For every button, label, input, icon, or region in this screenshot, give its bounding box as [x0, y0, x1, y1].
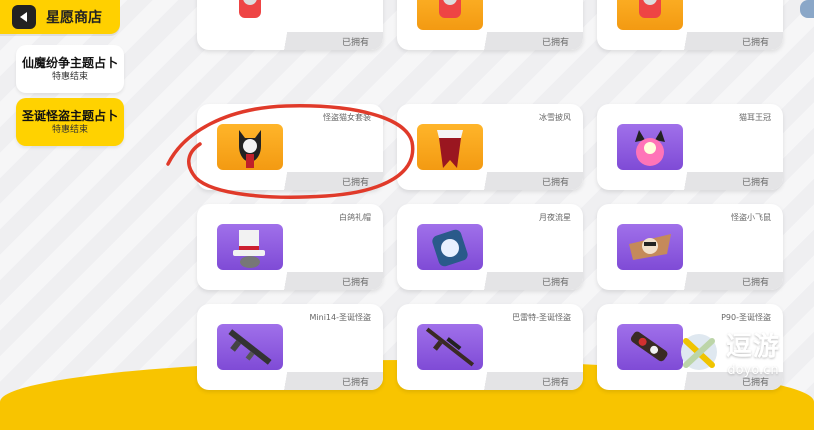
hero-icon	[417, 0, 483, 30]
item-card[interactable]: 已拥有	[397, 0, 583, 50]
flying-squirrel-icon	[617, 224, 683, 270]
owned-label: 已拥有	[541, 378, 569, 388]
cat-ear-crown-icon	[617, 124, 683, 170]
item-name: 猫耳王冠	[739, 113, 771, 122]
owned-strip: 已拥有	[673, 32, 783, 50]
owned-label: 已拥有	[541, 278, 569, 288]
hero-icon	[217, 0, 283, 30]
page-title: 星愿商店	[46, 10, 102, 26]
sidebar-item-xianmo[interactable]: 仙魔纷争主题占卜 特惠结束	[16, 45, 124, 93]
item-name: 怪盗小飞鼠	[731, 213, 771, 222]
item-name: 月夜流星	[539, 213, 571, 222]
owned-label: 已拥有	[341, 378, 369, 388]
item-card[interactable]: 巴雷特-圣诞怪盗已拥有	[397, 304, 583, 390]
cat-thief-outfit-icon	[217, 124, 283, 170]
item-card[interactable]: 猫耳王冠 已拥有	[597, 104, 783, 190]
item-name: 冰雪披风	[539, 113, 571, 122]
sidebar-item-label: 仙魔纷争主题占卜	[21, 56, 118, 70]
owned-label: 已拥有	[341, 278, 369, 288]
doyo-logo-icon	[681, 334, 717, 370]
owned-strip: 已拥有	[473, 272, 583, 290]
settings-icon[interactable]	[800, 0, 814, 18]
owned-strip: 已拥有	[673, 172, 783, 190]
hero-icon	[617, 0, 683, 30]
item-card[interactable]: Mini14-圣诞怪盗已拥有	[197, 304, 383, 390]
owned-label: 已拥有	[741, 178, 769, 188]
sidebar: 仙魔纷争主题占卜 特惠结束 圣诞怪盗主题占卜 特惠结束	[16, 45, 124, 151]
item-name: 怪盗猫女套装	[323, 113, 371, 122]
owned-label: 已拥有	[741, 278, 769, 288]
owned-strip: 已拥有	[473, 32, 583, 50]
owned-strip: 已拥有	[273, 32, 383, 50]
owned-label: 已拥有	[541, 178, 569, 188]
item-card[interactable]: 已拥有	[597, 0, 783, 50]
top-hat-icon	[217, 224, 283, 270]
owned-strip: 已拥有	[473, 372, 583, 390]
owned-strip: 已拥有	[273, 372, 383, 390]
meteor-card-icon	[417, 224, 483, 270]
watermark: 逗游 doyo.cn	[678, 322, 798, 382]
item-name: 巴雷特-圣诞怪盗	[512, 313, 571, 322]
sidebar-item-status: 特惠结束	[51, 72, 88, 82]
owned-label: 已拥有	[741, 38, 769, 48]
back-arrow-icon	[20, 12, 27, 22]
smg-icon	[617, 324, 683, 370]
item-name: Mini14-圣诞怪盗	[309, 313, 371, 322]
owned-strip: 已拥有	[273, 172, 383, 190]
rifle-icon	[217, 324, 283, 370]
item-card[interactable]: 怪盗小飞鼠已拥有	[597, 204, 783, 290]
sidebar-item-status: 特惠结束	[51, 125, 88, 135]
owned-strip: 已拥有	[473, 172, 583, 190]
sidebar-item-christmas-thief[interactable]: 圣诞怪盗主题占卜 特惠结束	[16, 98, 124, 146]
owned-strip: 已拥有	[673, 272, 783, 290]
sniper-icon	[417, 324, 483, 370]
watermark-url: doyo.cn	[727, 363, 779, 378]
owned-label: 已拥有	[341, 38, 369, 48]
cape-icon	[417, 124, 483, 170]
back-button[interactable]	[12, 5, 36, 29]
item-card[interactable]: 月夜流星 已拥有	[397, 204, 583, 290]
item-card[interactable]: 已拥有	[197, 0, 383, 50]
owned-label: 已拥有	[541, 38, 569, 48]
sidebar-item-label: 圣诞怪盗主题占卜	[21, 109, 118, 123]
item-card[interactable]: 怪盗猫女套装已拥有	[197, 104, 383, 190]
item-name: 白鸽礼帽	[339, 213, 371, 222]
item-card[interactable]: 白鸽礼帽 已拥有	[197, 204, 383, 290]
watermark-text: 逗游	[726, 332, 781, 362]
owned-label: 已拥有	[341, 178, 369, 188]
item-card[interactable]: 冰雪披风 已拥有	[397, 104, 583, 190]
header-bar: 星愿商店	[0, 0, 120, 34]
owned-strip: 已拥有	[273, 272, 383, 290]
